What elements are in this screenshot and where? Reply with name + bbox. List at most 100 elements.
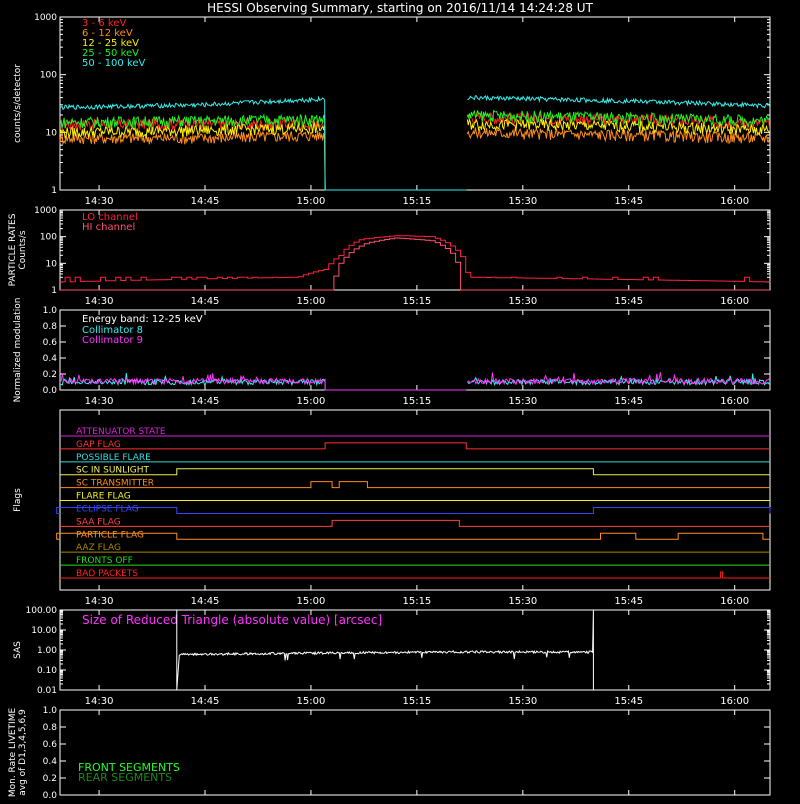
particle-rates-ytick-label: 100 — [40, 233, 57, 243]
count-rates-ytick-label: 1000 — [34, 13, 57, 23]
modulation-ytick-label: 0.2 — [43, 370, 57, 380]
series-6-12kev — [59, 127, 771, 191]
legend-50-100kev: 50 - 100 keV — [82, 58, 146, 69]
particle-rates-ytick-label: 1000 — [34, 206, 57, 216]
flag-label-possible-flare: POSSIBLE FLARE — [76, 453, 151, 463]
series-25-50kev — [59, 109, 771, 191]
sas-ytick-label: 100.00 — [26, 606, 58, 616]
sas-xtick-label: 15:45 — [614, 696, 643, 707]
flags-xtick-label: 14:45 — [191, 596, 220, 607]
series-hi-channel — [60, 237, 770, 291]
particle-rates-frame — [59, 209, 771, 291]
modulation-xtick-label: 15:30 — [508, 396, 537, 407]
particle-rates-ylabel: Counts/s — [18, 230, 28, 269]
sas-xtick-label: 15:00 — [297, 696, 326, 707]
sas-ylabel: SAS — [13, 641, 23, 659]
particle-rates-xtick-label: 15:00 — [297, 296, 326, 307]
modulation-xtick-label: 16:00 — [720, 396, 749, 407]
count-rates-panel: 14:30 14:45 15:00 15:15 15:30 15:45 16:00 count… — [13, 13, 771, 207]
sas-annotation: Size of Reduced Triangle (absolute value… — [82, 613, 382, 627]
modulation-xtick-label: 15:45 — [614, 396, 643, 407]
flags-xtick-label: 14:30 — [85, 596, 114, 607]
particle-rates-xtick-label: 16:00 — [720, 296, 749, 307]
flag-saa-flag — [60, 519, 770, 527]
livetime-ylabel: avg of D1,3,4,5,6,9 — [18, 709, 28, 796]
flag-label-bad-packets: BAD PACKETS — [76, 569, 138, 579]
series-lo-channel — [60, 235, 771, 283]
livetime-ytick-label: 0.8 — [43, 723, 58, 733]
flag-label-flare-flag: FLARE FLAG — [76, 492, 131, 502]
particle-rates-xtick-label: 14:45 — [191, 296, 220, 307]
particle-rates-xtick-label: 14:30 — [85, 296, 114, 307]
modulation-panel: 14:30 14:45 15:00 15:15 15:30 15:45 16:00 Norma… — [13, 298, 771, 407]
series-50-100kev — [59, 95, 771, 191]
count-rates-xtick-label: 15:15 — [402, 196, 431, 207]
series-12-25kev — [59, 117, 771, 191]
modulation-ytick-label: 0.6 — [43, 338, 58, 348]
sas-panel: 14:30 14:45 15:00 15:15 15:30 15:45 16:00 SAS 0.… — [13, 606, 771, 707]
flag-particle-flag — [56, 532, 770, 540]
series-collimator-9 — [59, 372, 770, 391]
count-rates-ylabel: counts/s/detector — [13, 64, 23, 143]
legend-rear-segments: REAR SEGMENTS — [78, 771, 172, 784]
flags-ylabel: Flags — [13, 488, 23, 512]
flag-label-aaz-flag: AAZ FLAG — [76, 543, 121, 553]
livetime-panel: Mon. Rate LIVETIME avg of D1,3,4,5,6,9 0.0… — [8, 706, 771, 801]
chart-title: HESSI Observing Summary, starting on 201… — [207, 1, 593, 15]
count-rates-ytick-label: 100 — [40, 71, 57, 81]
sas-xtick-label: 15:30 — [508, 696, 537, 707]
particle-rates-ytick-label: 1 — [51, 286, 57, 296]
sas-ytick-label: 0.01 — [37, 686, 57, 696]
livetime-ytick-label: 0.0 — [43, 791, 58, 800]
flags-xtick-label: 15:30 — [508, 596, 537, 607]
legend-3-6kev: 3 - 6 keV — [82, 18, 126, 29]
flag-label-sc-transmitter: SC TRANSMITTER — [76, 479, 154, 489]
count-rates-xtick-label: 14:30 — [85, 196, 114, 207]
sas-ytick-label: 0.10 — [37, 666, 57, 676]
flag-label-gap-flag: GAP FLAG — [76, 440, 121, 450]
flag-label-eclipse-flag: ECLIPSE FLAG — [76, 504, 139, 514]
count-rates-xtick-label: 15:30 — [508, 196, 537, 207]
livetime-ytick-label: 1.0 — [43, 706, 58, 716]
flags-panel: 14:30 14:45 15:00 15:15 15:30 15:45 16:00 Flags… — [13, 409, 771, 607]
count-rates-xtick-label: 14:45 — [191, 196, 220, 207]
particle-rates-xtick-label: 15:15 — [402, 296, 431, 307]
flag-sc-in-sunlight — [60, 468, 770, 476]
particle-rates-panel: 14:30 14:45 15:00 15:15 15:30 15:45 16:00 PARTI… — [8, 206, 771, 307]
sas-xtick-label: 16:00 — [720, 696, 749, 707]
count-rates-ytick-label: 1 — [51, 186, 57, 196]
sas-xtick-label: 15:15 — [402, 696, 431, 707]
hessi-chart: HESSI Observing Summary, starting on 201… — [8, 1, 771, 801]
flag-label-fronts-off: FRONTS OFF — [76, 556, 133, 566]
modulation-xtick-label: 15:15 — [402, 396, 431, 407]
flags-frame — [59, 409, 771, 591]
count-rates-ytick-label: 10 — [46, 128, 58, 138]
flag-sc-transmitter — [60, 481, 770, 489]
modulation-xtick-label: 14:45 — [191, 396, 220, 407]
flag-gap-flag — [60, 442, 770, 450]
flag-label-particle-flag: PARTICLE FLAG — [76, 530, 144, 540]
flag-label-attenuator-state: ATTENUATOR STATE — [76, 427, 166, 437]
particle-rates-xtick-label: 15:45 — [614, 296, 643, 307]
modulation-xtick-label: 14:30 — [85, 396, 114, 407]
livetime-ytick-label: 0.4 — [43, 757, 58, 767]
flag-label-saa-flag: SAA FLAG — [76, 517, 121, 527]
modulation-ytick-label: 0.4 — [43, 354, 58, 364]
particle-rates-xtick-label: 15:30 — [508, 296, 537, 307]
modulation-ytick-label: 1.0 — [43, 306, 58, 316]
flag-label-sc-in-sunlight: SC IN SUNLIGHT — [76, 466, 150, 476]
sas-ytick-label: 1.00 — [37, 646, 57, 656]
livetime-ytick-label: 0.2 — [43, 774, 57, 784]
modulation-ylabel: Normalized modulation — [13, 298, 23, 403]
hessi-summary: HESSI Observing Summary, starting on 201… — [0, 0, 800, 804]
particle-rates-ytick-label: 10 — [46, 259, 58, 269]
sas-xtick-label: 14:45 — [191, 696, 220, 707]
flags-xtick-label: 15:45 — [614, 596, 643, 607]
count-rates-xtick-label: 15:45 — [614, 196, 643, 207]
flags-xtick-label: 16:00 — [720, 596, 749, 607]
livetime-ylabel: Mon. Rate LIVETIME — [8, 708, 18, 798]
count-rates-xtick-label: 16:00 — [720, 196, 749, 207]
count-rates-xtick-label: 15:00 — [297, 196, 326, 207]
legend-hi-channel: HI channel — [82, 222, 135, 233]
modulation-annotation: Energy band: 12-25 keV — [82, 314, 203, 325]
